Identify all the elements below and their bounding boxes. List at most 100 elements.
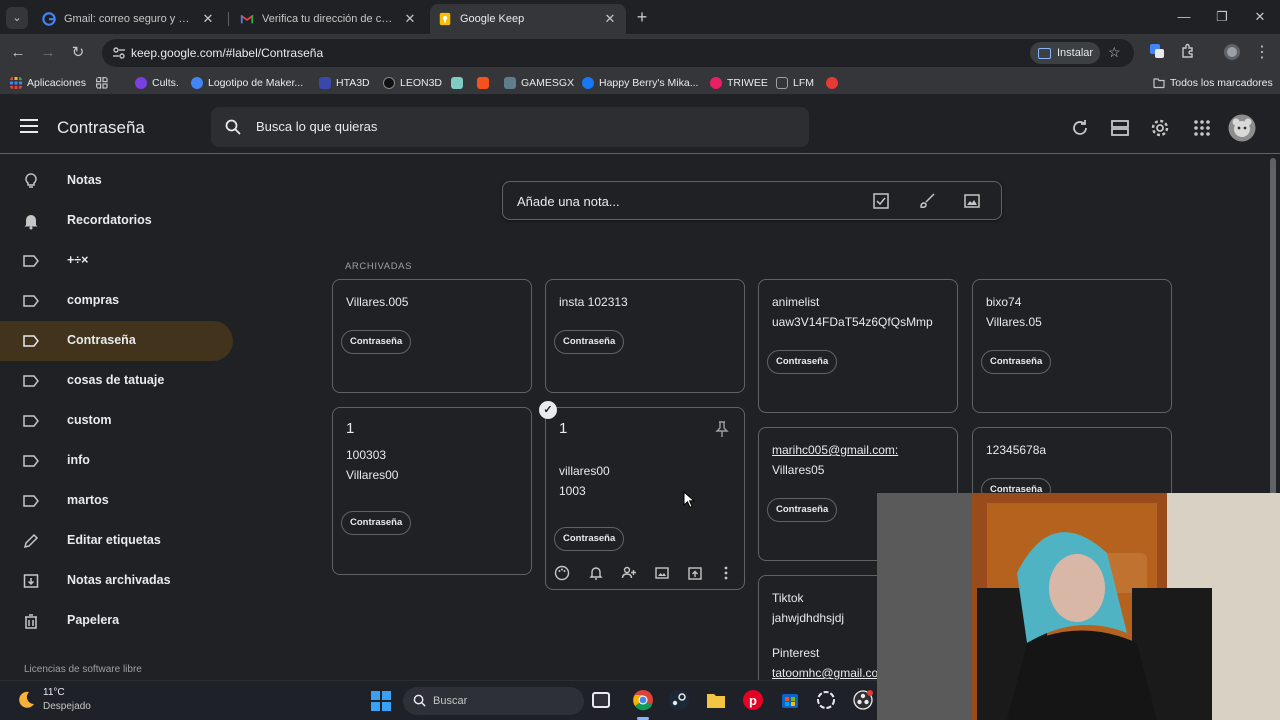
site-info-icon[interactable] [112, 46, 126, 60]
all-bookmarks-folder[interactable]: Todos los marcadores [1153, 75, 1273, 91]
bookmark-orange[interactable] [477, 75, 494, 91]
tab-verify-email[interactable]: Verifica tu dirección de correo e ✕ [232, 4, 426, 34]
account-avatar[interactable] [1228, 114, 1256, 142]
label-chip[interactable]: Contraseña [767, 498, 838, 522]
settings-gear-icon[interactable] [1149, 117, 1171, 139]
bookmark-cults[interactable]: Cults. [135, 75, 179, 91]
note-email-link[interactable]: marihc005@gmail.com: [772, 440, 957, 460]
bookmark-hta3d[interactable]: HTA3D [319, 75, 370, 91]
sidebar-item-info[interactable]: info [0, 441, 233, 481]
label-chip[interactable]: Contraseña [341, 511, 412, 535]
label-chip[interactable]: Contraseña [554, 330, 625, 354]
palette-icon[interactable] [554, 565, 570, 581]
note-card[interactable]: 1 100303 Villares00 Contraseña [332, 407, 532, 575]
file-explorer-icon[interactable] [705, 689, 727, 711]
sidebar-item-martos[interactable]: martos [0, 481, 233, 521]
cults-icon [135, 77, 147, 89]
sidebar-item-cosas-de-tatuaje[interactable]: cosas de tatuaje [0, 361, 233, 401]
forward-button[interactable]: → [38, 43, 58, 63]
note-card[interactable]: Villares.005 Contraseña [332, 279, 532, 393]
sidebar-item-custom[interactable]: custom [0, 401, 233, 441]
sidebar-item-editar-etiquetas[interactable]: Editar etiquetas [0, 521, 233, 561]
sidebar-item-label: +÷× [67, 253, 89, 267]
brush-icon[interactable] [918, 192, 936, 210]
bookmark-star-icon[interactable]: ☆ [1108, 44, 1121, 61]
bookmark-grid[interactable] [96, 75, 113, 91]
extensions-icon[interactable] [1178, 43, 1198, 63]
pin-icon[interactable] [714, 420, 730, 438]
image-icon[interactable] [654, 565, 670, 581]
label-chip[interactable]: Contraseña [554, 527, 625, 551]
bookmark-leon3d[interactable]: LEON3D [383, 75, 442, 91]
moon-weather-icon[interactable] [16, 690, 36, 710]
taskbar-search-input[interactable]: Buscar [403, 687, 584, 715]
windows-start-icon[interactable] [371, 691, 391, 711]
bookmark-lfm[interactable]: LFM [776, 75, 814, 91]
sidebar-item-papelera[interactable]: Papelera [0, 601, 233, 641]
label-chip[interactable]: Contraseña [341, 330, 412, 354]
sidebar-item-compras[interactable]: compras [0, 281, 233, 321]
chrome-icon[interactable] [632, 689, 654, 711]
reload-button[interactable]: ↻ [68, 43, 88, 63]
selected-check-icon[interactable]: ✓ [539, 401, 557, 419]
unarchive-icon[interactable] [687, 565, 703, 581]
chatgpt-icon[interactable] [815, 689, 837, 711]
tab-gmail[interactable]: Gmail: correo seguro y basado ✕ [34, 4, 224, 34]
bookmark-label: Happy Berry's Mika... [599, 77, 699, 89]
sidebar-item-recordatorios[interactable]: Recordatorios [0, 201, 233, 241]
list-view-icon[interactable] [1109, 117, 1131, 139]
more-options-icon[interactable] [718, 565, 734, 581]
bookmark-happy-berry[interactable]: Happy Berry's Mika... [582, 75, 698, 91]
profile-avatar-icon[interactable] [1222, 43, 1242, 63]
google-apps-icon[interactable] [1191, 117, 1213, 139]
restore-button[interactable]: ❐ [1204, 6, 1240, 28]
bookmark-maker-logo[interactable]: Logotipo de Maker... [191, 75, 303, 91]
back-button[interactable]: ← [8, 43, 28, 63]
tab-search-button[interactable]: ⌄ [6, 7, 28, 29]
window-close-button[interactable]: ✕ [1242, 6, 1278, 28]
label-chip[interactable]: Contraseña [981, 350, 1052, 374]
sidebar-item-symbols[interactable]: +÷× [0, 241, 233, 281]
search-input[interactable]: Busca lo que quieras [211, 107, 809, 147]
take-note-input[interactable]: Añade una nota... [502, 181, 1002, 220]
tab-google-keep[interactable]: Google Keep ✕ [430, 4, 626, 34]
bookmark-antenna[interactable] [451, 75, 468, 91]
search-icon[interactable] [225, 119, 241, 135]
obs-icon[interactable] [852, 689, 874, 711]
main-menu-icon[interactable] [20, 119, 38, 133]
bookmark-red[interactable] [826, 75, 843, 91]
translate-icon[interactable] [1147, 43, 1167, 63]
note-line: 100303 [346, 448, 387, 462]
install-app-button[interactable]: Instalar [1030, 42, 1100, 64]
note-line: insta 102313 [559, 295, 628, 309]
refresh-icon[interactable] [1069, 117, 1091, 139]
minimize-button[interactable]: — [1166, 6, 1202, 28]
note-card[interactable]: bixo74 Villares.05 Contraseña [972, 279, 1172, 413]
close-icon[interactable]: ✕ [402, 11, 418, 27]
close-icon[interactable]: ✕ [602, 11, 618, 27]
weather-description: Despejado [43, 701, 91, 712]
checkbox-list-icon[interactable] [872, 192, 890, 210]
add-collaborator-icon[interactable] [621, 565, 637, 581]
note-card-selected[interactable]: ✓ 1 villares00 1003 Contraseña [539, 401, 745, 590]
reminder-bell-icon[interactable] [588, 565, 604, 581]
note-card[interactable]: animelist uaw3V14FDaT54z6QfQsMmp Contras… [758, 279, 958, 413]
browser-menu-icon[interactable]: ⋮ [1252, 43, 1272, 63]
image-icon[interactable] [963, 192, 981, 210]
new-tab-button[interactable]: + [632, 8, 652, 28]
pinterest-icon[interactable]: p [742, 689, 764, 711]
steam-icon[interactable] [668, 689, 690, 711]
bookmark-gamesgx[interactable]: GAMESGX [504, 75, 574, 91]
address-bar[interactable]: keep.google.com/#label/Contraseña Instal… [102, 39, 1134, 67]
bookmark-triwee[interactable]: TRIWEE [710, 75, 768, 91]
microsoft-store-icon[interactable] [779, 689, 801, 711]
open-source-licenses-link[interactable]: Licencias de software libre [24, 664, 142, 675]
label-chip[interactable]: Contraseña [767, 350, 838, 374]
task-view-icon[interactable] [592, 692, 610, 708]
sidebar-item-notas[interactable]: Notas [0, 161, 233, 201]
sidebar-item-notas-archivadas[interactable]: Notas archivadas [0, 561, 233, 601]
close-icon[interactable]: ✕ [200, 11, 216, 27]
note-card[interactable]: insta 102313 Contraseña [545, 279, 745, 393]
bookmark-apps[interactable]: Aplicaciones [10, 75, 86, 91]
sidebar-item-contrasena[interactable]: Contraseña [0, 321, 233, 361]
